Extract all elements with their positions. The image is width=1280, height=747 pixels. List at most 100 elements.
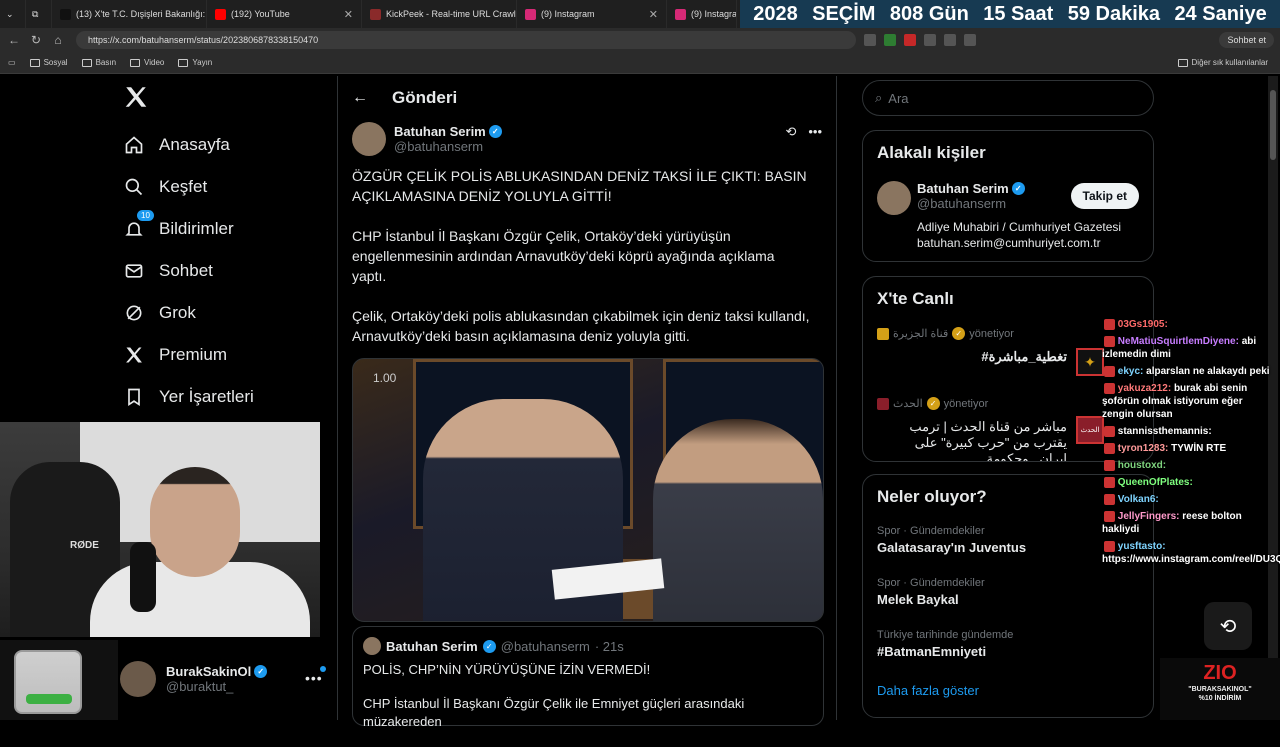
live-item-title[interactable]: مباشر من قناة الحدث | ترمب يقترب من "حرب… <box>877 419 1067 461</box>
close-icon[interactable]: ✕ <box>344 8 353 21</box>
live-item-host[interactable]: الحدث ✓ yönetiyor <box>877 397 988 410</box>
promo-code: "BURAKSAKINOL" <box>1188 686 1252 693</box>
aljazeera-logo-icon: ✦ <box>1076 348 1104 376</box>
channel-logo-icon <box>877 327 889 340</box>
bookmark-folder[interactable]: Sosyal <box>29 58 68 67</box>
nav-item-anasayfa[interactable]: Anasayfa <box>123 134 230 156</box>
related-bio: Adliye Muhabiri / Cumhuriyet Gazetesi ba… <box>917 219 1147 251</box>
trend-item[interactable]: Türkiye tarihinde gündemde #BatmanEmniyet… <box>877 629 1013 659</box>
follow-button[interactable]: Takip et <box>1070 183 1139 209</box>
leaf-decor <box>26 694 72 704</box>
nav-item-yer-i-aretleri[interactable]: Yer İşaretleri <box>123 386 254 408</box>
grok-icon[interactable]: ⟲ <box>785 124 796 140</box>
chat-message: stannissthemannis: <box>1102 425 1272 438</box>
related-name[interactable]: Batuhan Serim <box>917 181 1009 196</box>
other-bookmarks[interactable]: Diğer sık kullanılanlar <box>1177 58 1268 67</box>
related-handle[interactable]: @batuhanserm <box>917 196 1025 211</box>
bookmark-folder[interactable]: Video <box>130 58 164 67</box>
favicon-icon <box>215 8 226 20</box>
other-bookmarks-label: Diğer sık kullanılanlar <box>1191 58 1268 67</box>
extension-icon[interactable] <box>884 34 896 46</box>
card-title: Alakalı kişiler <box>877 143 986 162</box>
nav-label: Anasayfa <box>159 135 230 154</box>
bookmark-label: Sosyal <box>43 58 68 67</box>
address-bar-row: ← ↻ ⌂ https://x.com/batuhanserm/status/2… <box>0 28 1280 52</box>
verified-icon: ✓ <box>1011 182 1025 195</box>
badge-icon <box>1104 425 1115 437</box>
post-column: ← Gönderi Batuhan Serim ✓ @batuhanserm ⟲ … <box>337 76 837 729</box>
nav-label: Premium <box>159 345 228 364</box>
bottom-left-overlay <box>0 640 118 720</box>
trend-category: Spor · Gündemdekiler <box>877 577 985 589</box>
url-text: https://x.com/batuhanserm/status/2023806… <box>88 35 319 45</box>
extension-icon[interactable] <box>964 34 976 46</box>
bookmarks-icon[interactable]: ▭ <box>8 58 16 67</box>
quoted-post[interactable]: Batuhan Serim ✓ @batuhanserm · 21s POLİS… <box>352 626 824 729</box>
scrollbar-thumb[interactable] <box>1270 90 1276 160</box>
post-video[interactable]: 1.00 <box>352 358 824 622</box>
countdown-days: 808 Gün <box>889 2 969 25</box>
nav-item-ke-fet[interactable]: Keşfet <box>123 176 207 198</box>
more-icon[interactable]: ••• <box>305 670 323 686</box>
repost-icon: ⟲ <box>1204 602 1252 650</box>
avatar <box>363 637 381 655</box>
countdown-hours: 15 Saat <box>983 2 1054 25</box>
badge-icon <box>1104 540 1115 552</box>
close-icon[interactable]: ✕ <box>649 8 658 21</box>
nav-item-grok[interactable]: Grok <box>123 302 196 324</box>
author-handle[interactable]: @batuhanserm <box>394 139 502 154</box>
bio-line[interactable]: batuhan.serim@cumhuriyet.com.tr <box>917 235 1147 251</box>
badge-icon <box>1104 442 1115 454</box>
home-icon[interactable]: ⌂ <box>50 33 66 47</box>
show-more-link[interactable]: Daha fazla göster <box>877 683 979 698</box>
extension-icon[interactable] <box>864 34 876 46</box>
badge-icon <box>1104 335 1115 347</box>
account-switcher[interactable]: BurakSakinOl ✓ @buraktut_ ••• <box>120 654 330 704</box>
extension-icon[interactable] <box>904 34 916 46</box>
copilot-chat-button[interactable]: Sohbet et <box>1219 32 1274 48</box>
nav-item-sohbet[interactable]: Sohbet <box>123 260 213 282</box>
folder-icon <box>81 58 92 67</box>
quote-author-handle: @batuhanserm <box>500 638 590 654</box>
avatar[interactable] <box>877 181 911 215</box>
reload-icon[interactable]: ↻ <box>28 33 44 47</box>
tab-menu[interactable]: ⌄ <box>0 0 26 28</box>
browser-tab[interactable]: KickPeek - Real-time URL Crawler✕ <box>362 0 517 28</box>
tab-title: (9) Instagram <box>541 9 595 19</box>
browser-tab[interactable]: (192) YouTube ✕ <box>207 0 362 28</box>
trend-item[interactable]: Spor · Gündemdekiler Galatasaray'ın Juven… <box>877 525 1026 555</box>
back-arrow-icon[interactable]: ← <box>352 89 368 107</box>
live-item-host[interactable]: قناة الجزيرة ✓ yönetiyor <box>877 327 1014 340</box>
badge-icon <box>1104 382 1115 394</box>
bookmark-folder[interactable]: Yayın <box>178 58 212 67</box>
nav-item-bildirimler[interactable]: 10 Bildirimler <box>123 210 234 240</box>
quote-author-name: Batuhan Serim <box>386 638 478 654</box>
chat-username: Volkan6: <box>1117 494 1159 505</box>
extension-icon[interactable] <box>924 34 936 46</box>
browser-tab[interactable]: (9) Instagram <box>667 0 737 28</box>
avatar[interactable] <box>352 122 386 156</box>
microphone <box>130 542 156 612</box>
more-icon[interactable]: ••• <box>808 124 822 140</box>
url-field[interactable]: https://x.com/batuhanserm/status/2023806… <box>76 31 856 49</box>
tab-workspaces[interactable]: ⧉ <box>26 0 52 28</box>
extension-icon[interactable] <box>944 34 956 46</box>
author-name[interactable]: Batuhan Serim <box>394 124 486 139</box>
live-item-title[interactable]: تغطية_مباشرة# <box>877 349 1067 365</box>
bookmark-folder[interactable]: Basın <box>81 58 116 67</box>
search-input[interactable]: ⌕ Ara <box>862 80 1154 116</box>
nav-item-premium[interactable]: Premium <box>123 344 227 366</box>
back-arrow-icon[interactable]: ← <box>6 33 22 47</box>
x-logo-icon[interactable] <box>123 84 149 110</box>
browser-tab[interactable]: (13) X'te T.C. Dışişleri Bakanlığı: "...… <box>52 0 207 28</box>
post-author[interactable]: Batuhan Serim ✓ @batuhanserm <box>352 122 502 156</box>
trend-item[interactable]: Spor · Gündemdekiler Melek Baykal <box>877 577 985 607</box>
streamer-head <box>150 467 240 577</box>
chat-username: 03Gs1905: <box>1117 319 1168 330</box>
browser-tab[interactable]: (9) Instagram ✕ <box>517 0 667 28</box>
bell-icon: 10 <box>123 210 154 240</box>
video-speed[interactable]: 1.00 <box>373 371 396 385</box>
search-icon <box>123 176 145 198</box>
chat-username: houstoxd: <box>1117 460 1167 471</box>
chat-message: ekyc: alparslan ne alakaydı peki <box>1102 365 1272 378</box>
